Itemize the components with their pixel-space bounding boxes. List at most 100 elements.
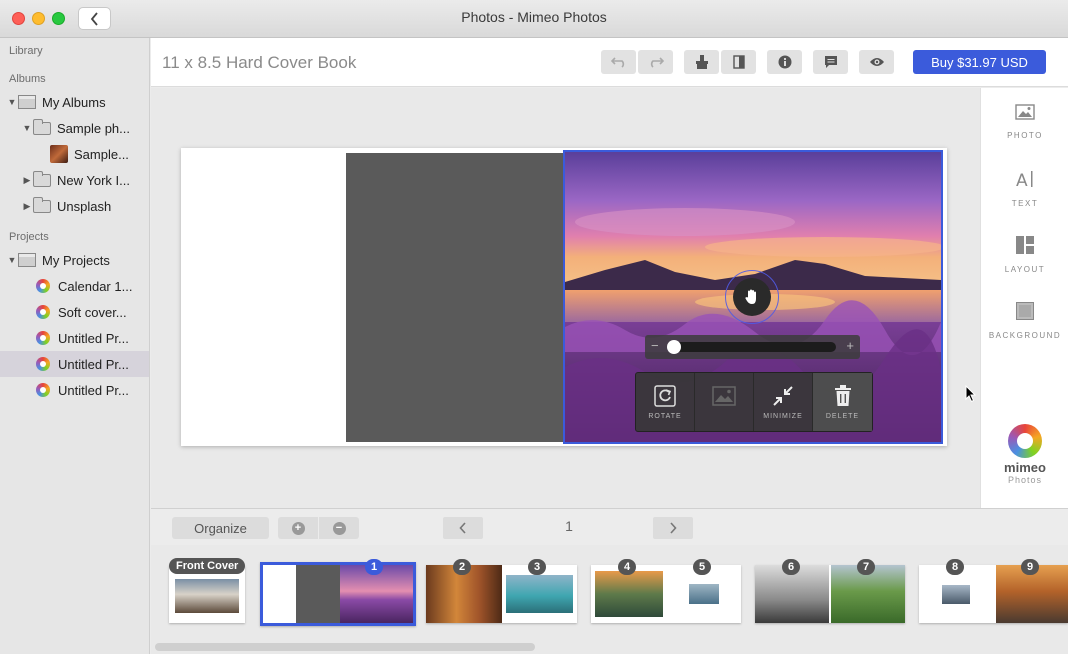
sidebar-item-sample-album[interactable]: Sample... [0, 141, 149, 167]
layout-panel-button[interactable]: LAYOUT [981, 236, 1068, 274]
book-canvas: − + ROTATE MINIMIZE DELETE [151, 88, 980, 508]
mimeo-subtitle: Photos [1007, 475, 1043, 485]
redo-button[interactable] [638, 50, 673, 74]
page-badge-7: 7 [857, 559, 875, 575]
rotate-button[interactable]: ROTATE [636, 373, 695, 431]
delete-label: DELETE [825, 412, 860, 420]
replace-photo-button[interactable] [695, 373, 754, 431]
zoom-slider[interactable]: − + [645, 335, 860, 359]
sidebar-item-untitled-2[interactable]: Untitled Pr... [0, 351, 149, 377]
sidebar-item-label: Untitled Pr... [58, 330, 129, 346]
page-badge-6: 6 [782, 559, 800, 575]
minimize-button[interactable]: MINIMIZE [754, 373, 813, 431]
minimize-label: MINIMIZE [763, 412, 803, 420]
thumb-lake-photo [506, 575, 573, 613]
organize-button[interactable]: Organize [172, 517, 269, 539]
library-heading[interactable]: Library [9, 45, 43, 57]
preview-button[interactable] [859, 50, 894, 74]
thumbnail-spread-5[interactable] [919, 565, 1068, 623]
background-icon [1016, 302, 1034, 320]
thumbnail-spread-4[interactable] [755, 565, 905, 623]
page-controls-bar: Organize + − 1 [151, 508, 1068, 545]
add-page-button[interactable]: + [278, 517, 318, 539]
disclosure-closed-icon[interactable]: ▶ [21, 175, 33, 186]
hand-icon [745, 289, 756, 304]
page-thumbnail-strip: Front Cover 1 2 3 4 5 6 7 8 9 [151, 545, 1068, 654]
background-panel-label: BACKGROUND [988, 331, 1062, 340]
thumbnail-scrollbar[interactable] [155, 643, 535, 651]
title-bar: Photos - Mimeo Photos [0, 0, 1068, 38]
thumbnail-spread-3[interactable] [591, 565, 741, 623]
pan-handle[interactable] [733, 278, 771, 316]
thumbnail-spread-2[interactable] [426, 565, 577, 623]
page-badge-9: 9 [1021, 559, 1039, 575]
zoom-in-icon[interactable]: + [846, 338, 854, 353]
tools-sidebar: PHOTO A TEXT LAYOUT BACKGROUND mimeo Pho… [980, 88, 1068, 508]
sidebar-item-new-york[interactable]: ▶ New York I... [0, 167, 149, 193]
disclosure-open-icon[interactable]: ▼ [6, 97, 18, 107]
comments-button[interactable] [813, 50, 848, 74]
mimeo-wordmark: mimeo [1004, 460, 1046, 475]
previous-page-button[interactable] [443, 517, 483, 539]
album-stack-icon [18, 95, 36, 109]
autofill-button[interactable] [684, 50, 719, 74]
sidebar-item-label: Unsplash [57, 198, 112, 214]
project-stack-icon [18, 253, 36, 267]
book-cover-button[interactable] [721, 50, 756, 74]
zoom-out-icon[interactable]: − [651, 338, 659, 353]
projects-heading: Projects [9, 231, 49, 243]
buy-button[interactable]: Buy $31.97 USD [913, 50, 1046, 74]
mouse-cursor-icon [965, 385, 977, 403]
sidebar-item-my-projects[interactable]: ▼ My Projects [0, 247, 149, 273]
project-icon [36, 331, 50, 345]
disclosure-closed-icon[interactable]: ▶ [21, 201, 33, 212]
minimize-icon [773, 385, 793, 406]
sidebar-item-label: New York I... [57, 172, 130, 188]
left-page[interactable] [181, 148, 346, 446]
zoom-knob[interactable] [667, 340, 681, 354]
project-icon [36, 383, 50, 397]
info-button[interactable] [767, 50, 802, 74]
thumb-small-photo [942, 585, 970, 604]
photo-panel-button[interactable]: PHOTO [981, 104, 1068, 140]
sidebar-item-untitled-3[interactable]: Untitled Pr... [0, 377, 149, 403]
layout-panel-label: LAYOUT [1004, 265, 1046, 274]
disclosure-open-icon[interactable]: ▼ [6, 255, 18, 265]
sidebar-item-sample-photos[interactable]: ▼ Sample ph... [0, 115, 149, 141]
sidebar-item-soft-cover[interactable]: Soft cover... [0, 299, 149, 325]
image-icon [712, 385, 736, 406]
minus-icon: − [332, 521, 346, 535]
front-cover-badge: Front Cover [169, 558, 246, 574]
book-title: 11 x 8.5 Hard Cover Book [162, 53, 357, 72]
book-icon [732, 55, 745, 69]
text-panel-button[interactable]: A TEXT [981, 170, 1068, 208]
cover-photo [175, 579, 239, 613]
undo-icon [610, 57, 624, 68]
zoom-track[interactable] [667, 340, 836, 354]
brush-icon [695, 55, 708, 69]
sidebar-item-label: My Projects [42, 252, 110, 268]
sidebar-item-label: Untitled Pr... [58, 356, 129, 372]
sidebar-item-my-albums[interactable]: ▼ My Albums [0, 89, 149, 115]
undo-button[interactable] [601, 50, 636, 74]
sidebar-item-label: Sample... [74, 146, 129, 162]
sidebar-item-unsplash[interactable]: ▶ Unsplash [0, 193, 149, 219]
page-number: 1 [565, 518, 573, 534]
sidebar-item-calendar[interactable]: Calendar 1... [0, 273, 149, 299]
thumbnail-spread-1[interactable] [260, 562, 416, 626]
trash-icon [834, 384, 851, 406]
info-icon [778, 55, 791, 69]
delete-button[interactable]: DELETE [813, 373, 872, 431]
gray-background-panel[interactable] [346, 153, 564, 442]
thumb-gray-panel [296, 565, 340, 623]
disclosure-open-icon[interactable]: ▼ [21, 123, 33, 133]
editor-header: 11 x 8.5 Hard Cover Book Buy $31.97 USD [151, 38, 1068, 87]
photo-tools-toolbar: ROTATE MINIMIZE DELETE [635, 372, 873, 432]
selected-photo-frame[interactable]: − + ROTATE MINIMIZE DELETE [563, 150, 943, 444]
remove-page-button[interactable]: − [319, 517, 359, 539]
page-badge-1: 1 [365, 559, 383, 575]
background-panel-button[interactable]: BACKGROUND [981, 302, 1068, 340]
next-page-button[interactable] [653, 517, 693, 539]
page-badge-2: 2 [453, 559, 471, 575]
sidebar-item-untitled-1[interactable]: Untitled Pr... [0, 325, 149, 351]
